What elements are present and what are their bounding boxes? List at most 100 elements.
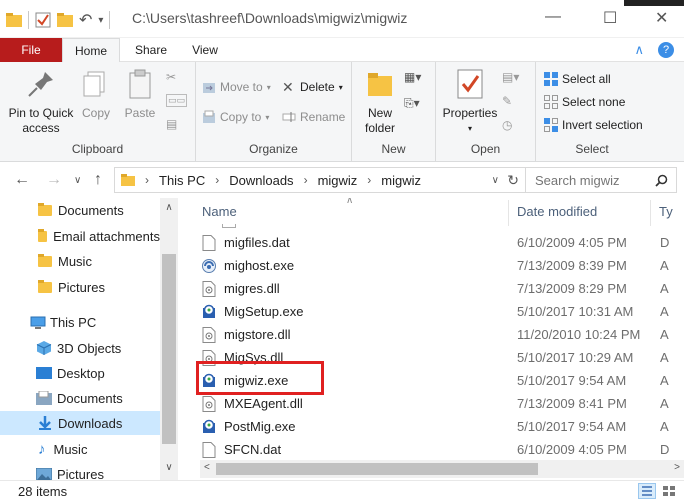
collapse-ribbon-icon[interactable]: ∧ — [634, 42, 644, 58]
customize-qat-chevron-icon[interactable]: ▾ — [98, 15, 103, 26]
open-icon[interactable]: ▤▾ — [502, 70, 519, 84]
close-button[interactable]: ✕ — [655, 8, 668, 28]
table-row[interactable]: PostMig.exe 5/10/2017 9:54 AM A — [200, 416, 680, 438]
address-row: ← → ∨ ↑ › This PC › Downloads › migwiz ›… — [0, 162, 684, 198]
nav-item-music-pc[interactable]: ♪ Music — [0, 437, 160, 461]
cut-icon[interactable]: ✂ — [166, 70, 187, 84]
tab-view[interactable]: View — [182, 38, 228, 62]
table-row[interactable]: MigSetup.exe 5/10/2017 10:31 AM A — [200, 301, 680, 323]
invert-selection-button[interactable]: Invert selection — [544, 118, 643, 132]
large-icons-view-icon[interactable] — [660, 483, 678, 499]
new-folder-icon[interactable] — [57, 13, 73, 27]
pin-to-quick-access-button[interactable]: Pin to Quick access — [6, 68, 76, 136]
tab-home[interactable]: Home — [62, 38, 120, 62]
column-header-date-modified[interactable]: Date modified — [517, 198, 597, 226]
properties-button[interactable]: Properties ▾ — [442, 68, 498, 136]
select-none-button[interactable]: Select none — [544, 95, 625, 109]
delete-button[interactable]: ✕ Delete ▾ — [282, 80, 343, 94]
tab-file[interactable]: File — [0, 38, 62, 62]
table-row[interactable]: SFCN.dat 6/10/2009 4:05 PM D — [200, 439, 680, 461]
address-dropdown-chevron-icon[interactable]: ∨ — [492, 175, 499, 186]
search-box[interactable] — [525, 167, 677, 193]
paste-button[interactable]: Paste — [120, 68, 160, 121]
nav-item-documents-quick[interactable]: Documents — [0, 198, 160, 222]
breadcrumb-migwiz[interactable]: migwiz — [318, 173, 358, 188]
navigation-pane: Documents Email attachments Music Pictur… — [0, 198, 180, 480]
nav-pane-scrollbar[interactable]: ∧ ∨ — [160, 198, 178, 480]
table-row[interactable]: MXEAgent.dll 7/13/2009 8:41 PM A — [200, 393, 680, 415]
nav-item-pictures-quick[interactable]: Pictures — [0, 275, 160, 299]
scroll-right-arrow-icon[interactable]: > — [674, 462, 680, 473]
copy-button[interactable]: Copy — [78, 68, 114, 121]
edit-icon[interactable]: ✎ — [502, 94, 519, 108]
back-arrow-icon[interactable]: ← — [14, 171, 30, 189]
invert-selection-icon — [544, 118, 558, 132]
new-folder-button[interactable]: New folder — [358, 68, 402, 136]
help-icon[interactable]: ? — [658, 42, 674, 58]
up-arrow-icon[interactable]: ↑ — [94, 171, 102, 189]
scroll-up-arrow-icon[interactable]: ∧ — [162, 202, 176, 213]
copy-to-button[interactable]: Copy to ▾ — [202, 110, 269, 124]
table-row[interactable]: migstore.dll 11/20/2010 10:24 PM A — [200, 324, 680, 346]
folder-icon — [38, 202, 52, 216]
select-none-icon — [544, 95, 558, 109]
details-view-icon[interactable] — [638, 483, 656, 499]
refresh-icon[interactable]: ↻ — [507, 172, 519, 189]
minimize-button[interactable]: — — [545, 8, 561, 26]
nav-item-3d-objects[interactable]: 3D Objects — [0, 336, 160, 360]
delete-icon: ✕ — [282, 79, 294, 95]
rename-button[interactable]: Rename — [282, 110, 345, 124]
breadcrumb-this-pc[interactable]: This PC — [159, 173, 205, 188]
nav-pane-scrollbar-thumb[interactable] — [162, 254, 176, 444]
copy-path-icon[interactable]: ▭▭ — [166, 94, 188, 107]
undo-icon[interactable]: ↶ — [79, 10, 92, 30]
breadcrumb-migwiz-current[interactable]: migwiz — [381, 173, 421, 188]
sort-ascending-chevron-icon: ∧ — [346, 198, 354, 206]
pin-icon — [25, 68, 57, 100]
move-to-button[interactable]: Move to ▾ — [202, 80, 271, 94]
column-header-type[interactable]: Ty — [659, 198, 673, 226]
file-icon — [202, 442, 216, 458]
table-row[interactable]: migfiles.dat 6/10/2009 4:05 PM D — [200, 232, 680, 254]
history-icon[interactable]: ◷ — [502, 118, 519, 132]
nav-item-label: Desktop — [57, 365, 105, 381]
search-icon[interactable] — [655, 174, 668, 187]
maximize-button[interactable]: ☐ — [603, 8, 617, 28]
paste-shortcut-icon[interactable]: ▤ — [166, 117, 187, 131]
nav-item-downloads[interactable]: Downloads — [0, 411, 160, 435]
copy-to-icon — [202, 110, 216, 124]
column-header-name[interactable]: Name — [202, 198, 237, 226]
clipboard-group-label: Clipboard — [71, 142, 124, 156]
search-input[interactable] — [535, 173, 655, 188]
status-bar: 28 items — [0, 480, 684, 500]
properties-checkmark-icon[interactable] — [35, 12, 51, 28]
file-type: D — [660, 442, 670, 457]
breadcrumb-downloads[interactable]: Downloads — [229, 173, 293, 188]
dll-icon — [202, 396, 216, 412]
nav-item-email-attachments[interactable]: Email attachments — [0, 224, 160, 248]
background-edge — [624, 0, 684, 6]
nav-item-label: This PC — [50, 314, 97, 330]
nav-item-desktop[interactable]: Desktop — [0, 361, 160, 385]
horizontal-scrollbar-thumb[interactable] — [216, 463, 538, 475]
scroll-down-arrow-icon[interactable]: ∨ — [162, 462, 176, 473]
table-row[interactable]: mighost.exe 7/13/2009 8:39 PM A — [200, 255, 680, 277]
nav-item-this-pc[interactable]: This PC — [0, 310, 160, 334]
breadcrumb-separator-icon: › — [303, 173, 308, 187]
file-date: 11/20/2010 10:24 PM — [517, 327, 641, 342]
tab-share[interactable]: Share — [126, 38, 176, 62]
scroll-left-arrow-icon[interactable]: < — [204, 462, 210, 473]
address-bar[interactable]: › This PC › Downloads › migwiz › migwiz … — [114, 167, 526, 193]
nav-item-pictures-pc[interactable]: Pictures — [0, 462, 160, 480]
forward-arrow-icon[interactable]: → — [46, 171, 62, 189]
select-all-button[interactable]: Select all — [544, 72, 611, 86]
table-row[interactable]: migres.dll 7/13/2009 8:29 PM A — [200, 278, 680, 300]
app-icon — [202, 259, 216, 273]
chevron-down-icon: ▾ — [265, 112, 270, 122]
file-list-horizontal-scrollbar[interactable]: < > — [200, 460, 684, 478]
nav-item-documents-pc[interactable]: Documents — [0, 386, 160, 410]
nav-item-music-quick[interactable]: Music — [0, 249, 160, 273]
recent-locations-chevron-icon[interactable]: ∨ — [74, 175, 81, 186]
easy-access-icon[interactable]: ⎘▾ — [404, 96, 421, 111]
new-item-icon[interactable]: ▦▾ — [404, 70, 421, 84]
